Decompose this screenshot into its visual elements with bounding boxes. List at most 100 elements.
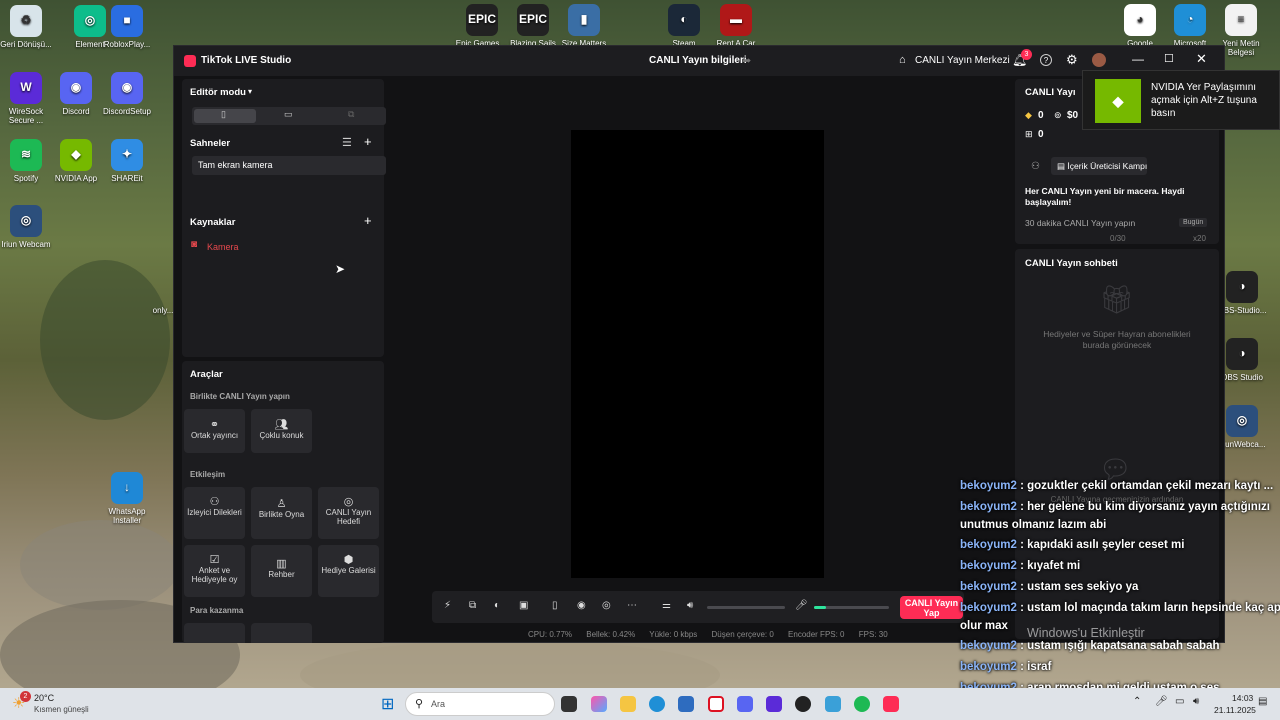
tool-guide[interactable]: ▥ Rehber	[251, 545, 312, 597]
app-icon: ◎	[1226, 405, 1258, 437]
source-camera[interactable]: Kamera	[207, 242, 239, 252]
desktop-icon-label: Geri Dönüşü...	[0, 40, 52, 49]
opera-icon[interactable]	[708, 696, 724, 712]
app-title: TikTok LIVE Studio	[201, 55, 292, 66]
wiresock-taskbar-icon[interactable]	[766, 696, 782, 712]
tiktok-live-studio-window: TikTok LIVE Studio CANLI Yayın bilgileri…	[173, 45, 1225, 643]
minimize-button[interactable]: —	[1132, 52, 1144, 66]
start-icon[interactable]: ⊞	[381, 694, 394, 714]
nvidia-overlay-toast[interactable]: ◆ NVIDIA Yer Paylaşımını açmak için Alt+…	[1082, 70, 1280, 130]
avatar[interactable]	[1092, 53, 1106, 67]
weather-temp[interactable]: 20°C	[34, 693, 54, 703]
more-icon[interactable]: ⋯	[627, 600, 637, 611]
settings-sliders-icon[interactable]: ⚌	[662, 600, 671, 611]
chat-text: : ustam ses sekiyo ya	[1020, 581, 1139, 593]
close-button[interactable]: ✕	[1196, 51, 1207, 67]
desktop-icon[interactable]: ▬ Rent A Car	[706, 4, 766, 48]
capture-icon[interactable]: ◎	[602, 600, 611, 611]
wish-icon: ⚇	[209, 496, 220, 508]
mic-tray-icon[interactable]: 🎤︎	[1155, 696, 1168, 707]
dual-icon[interactable]: ⧉	[348, 109, 354, 120]
chat-title: CANLI Yayın sohbeti	[1025, 258, 1118, 269]
creator-camp-button[interactable]: ▤ İçerik Üreticisi Kampı	[1051, 157, 1147, 175]
tool-gift-gallery[interactable]: ⬢ Hediye Galerisi	[318, 545, 379, 597]
tool-monetize-2[interactable]	[251, 623, 312, 643]
desktop-icon[interactable]: ◉ DiscordSetup	[97, 72, 157, 116]
chat-text: unutmus olmanız lazım abi	[960, 519, 1107, 531]
chevron-down-icon[interactable]: ▾	[248, 87, 252, 96]
clock-time[interactable]: 14:03	[1232, 693, 1253, 703]
chat-text: olur max	[960, 620, 1008, 632]
book-icon: ▥	[276, 558, 287, 570]
store-icon[interactable]	[678, 696, 694, 712]
chat-text: : gozuktler çekil ortamdan çekil mezarı …	[1020, 480, 1274, 492]
desktop-icon[interactable]: ◎ Iriun Webcam	[0, 205, 56, 249]
tools-title: Araçlar	[190, 369, 223, 380]
tool-monetize-1[interactable]	[184, 623, 245, 643]
ai-icon[interactable]: ◐	[494, 600, 500, 611]
chevron-up-icon[interactable]: ⌃	[1133, 696, 1141, 707]
editor-mode-dropdown[interactable]: Editör modu	[190, 87, 246, 98]
share-icon[interactable]: ➦	[742, 54, 751, 67]
copilot-icon[interactable]	[591, 696, 607, 712]
desktop-icon-label: WhatsApp Installer	[108, 507, 146, 526]
tool-poll[interactable]: ☑ Anket ve Hediyeyle oy	[184, 545, 245, 597]
magic-icon[interactable]: ⚡︎	[444, 600, 451, 611]
chat-empty-text: Hediyeler ve Süper Hayran abonelikleri b…	[1043, 329, 1191, 350]
live-info-title[interactable]: CANLI Yayın bilgileri	[649, 55, 747, 66]
screen-icon[interactable]: ⧉	[469, 600, 476, 611]
add-source-icon[interactable]: +	[364, 213, 372, 228]
add-scene-icon[interactable]: +	[364, 134, 372, 149]
desktop-icon[interactable]: ◐ Steam	[654, 4, 714, 48]
desktop-icon[interactable]: ▮ Size Matters	[554, 4, 614, 48]
chat-text: : israf	[1020, 661, 1052, 673]
tool-viewer-wishes[interactable]: ⚇ İzleyici Dilekleri	[184, 487, 245, 539]
spotify-taskbar-icon[interactable]	[854, 696, 870, 712]
desktop-icon[interactable]: ↓ WhatsApp Installer	[97, 472, 157, 525]
weather-desc[interactable]: Kısmen güneşli	[34, 705, 89, 714]
portrait-icon[interactable]: ▯	[221, 109, 226, 120]
app-icon: ◉	[60, 72, 92, 104]
phone-icon[interactable]: ▯	[552, 600, 558, 611]
app-icon: ◑	[1226, 271, 1258, 303]
desktop-icon[interactable]: ■ RobloxPlay...	[97, 5, 157, 49]
desktop-icon[interactable]: ✦ SHAREit	[97, 139, 157, 183]
taskview-icon[interactable]	[561, 696, 577, 712]
clock-date[interactable]: 21.11.2025	[1214, 705, 1256, 715]
chat-username: bekoyum2	[960, 560, 1017, 572]
landscape-icon[interactable]: ▭	[284, 109, 293, 120]
maximize-button[interactable]: ☐	[1164, 52, 1174, 65]
coin-icon: ⊚	[1054, 110, 1062, 120]
discord-taskbar-icon[interactable]	[737, 696, 753, 712]
volume-tray-icon[interactable]: 🔊︎	[1193, 696, 1199, 707]
chat-username: bekoyum2	[960, 539, 1017, 551]
stream-preview[interactable]	[571, 130, 824, 578]
speaker-icon[interactable]: 🔊︎	[687, 600, 693, 611]
help-icon[interactable]: ?	[1040, 54, 1052, 66]
notification-tray-icon[interactable]: ▤	[1258, 696, 1267, 707]
network-icon[interactable]: ▭	[1175, 696, 1184, 707]
explorer-icon[interactable]	[620, 696, 636, 712]
search-box[interactable]: ⚲ Ara	[405, 692, 555, 716]
go-live-button[interactable]: CANLI Yayın Yap	[900, 596, 963, 619]
tool-live-goal[interactable]: ◎ CANLI Yayın Hedefi	[318, 487, 379, 539]
search-input[interactable]: Ara	[431, 699, 445, 709]
record-icon[interactable]: ◉	[577, 600, 586, 611]
edge-icon[interactable]	[649, 696, 665, 712]
caption-icon[interactable]: ▣	[519, 600, 528, 611]
tool-play-together[interactable]: ♙ Birlikte Oyna	[251, 487, 312, 539]
list-icon[interactable]: ☰	[342, 136, 352, 149]
tool-multi-guest[interactable]: 👥︎ Çoklu konuk	[251, 409, 312, 453]
tool-cohost[interactable]: ⚭ Ortak yayıncı	[184, 409, 245, 453]
chat-username: bekoyum2	[960, 640, 1017, 652]
files-taskbar-icon[interactable]	[825, 696, 841, 712]
live-center-link[interactable]: CANLI Yayın Merkezi	[915, 55, 1010, 66]
speaker-volume-slider[interactable]	[707, 606, 785, 609]
desktop-icon[interactable]: ♻ Geri Dönüşü...	[0, 5, 56, 49]
mic-icon[interactable]: 🎤︎	[795, 600, 808, 611]
home-icon[interactable]: ⌂	[899, 54, 906, 66]
obs-taskbar-icon[interactable]	[795, 696, 811, 712]
tiktok-taskbar-icon[interactable]	[883, 696, 899, 712]
scene-item[interactable]: Tam ekran kamera	[192, 156, 386, 175]
gear-icon[interactable]: ⚙	[1066, 52, 1078, 68]
